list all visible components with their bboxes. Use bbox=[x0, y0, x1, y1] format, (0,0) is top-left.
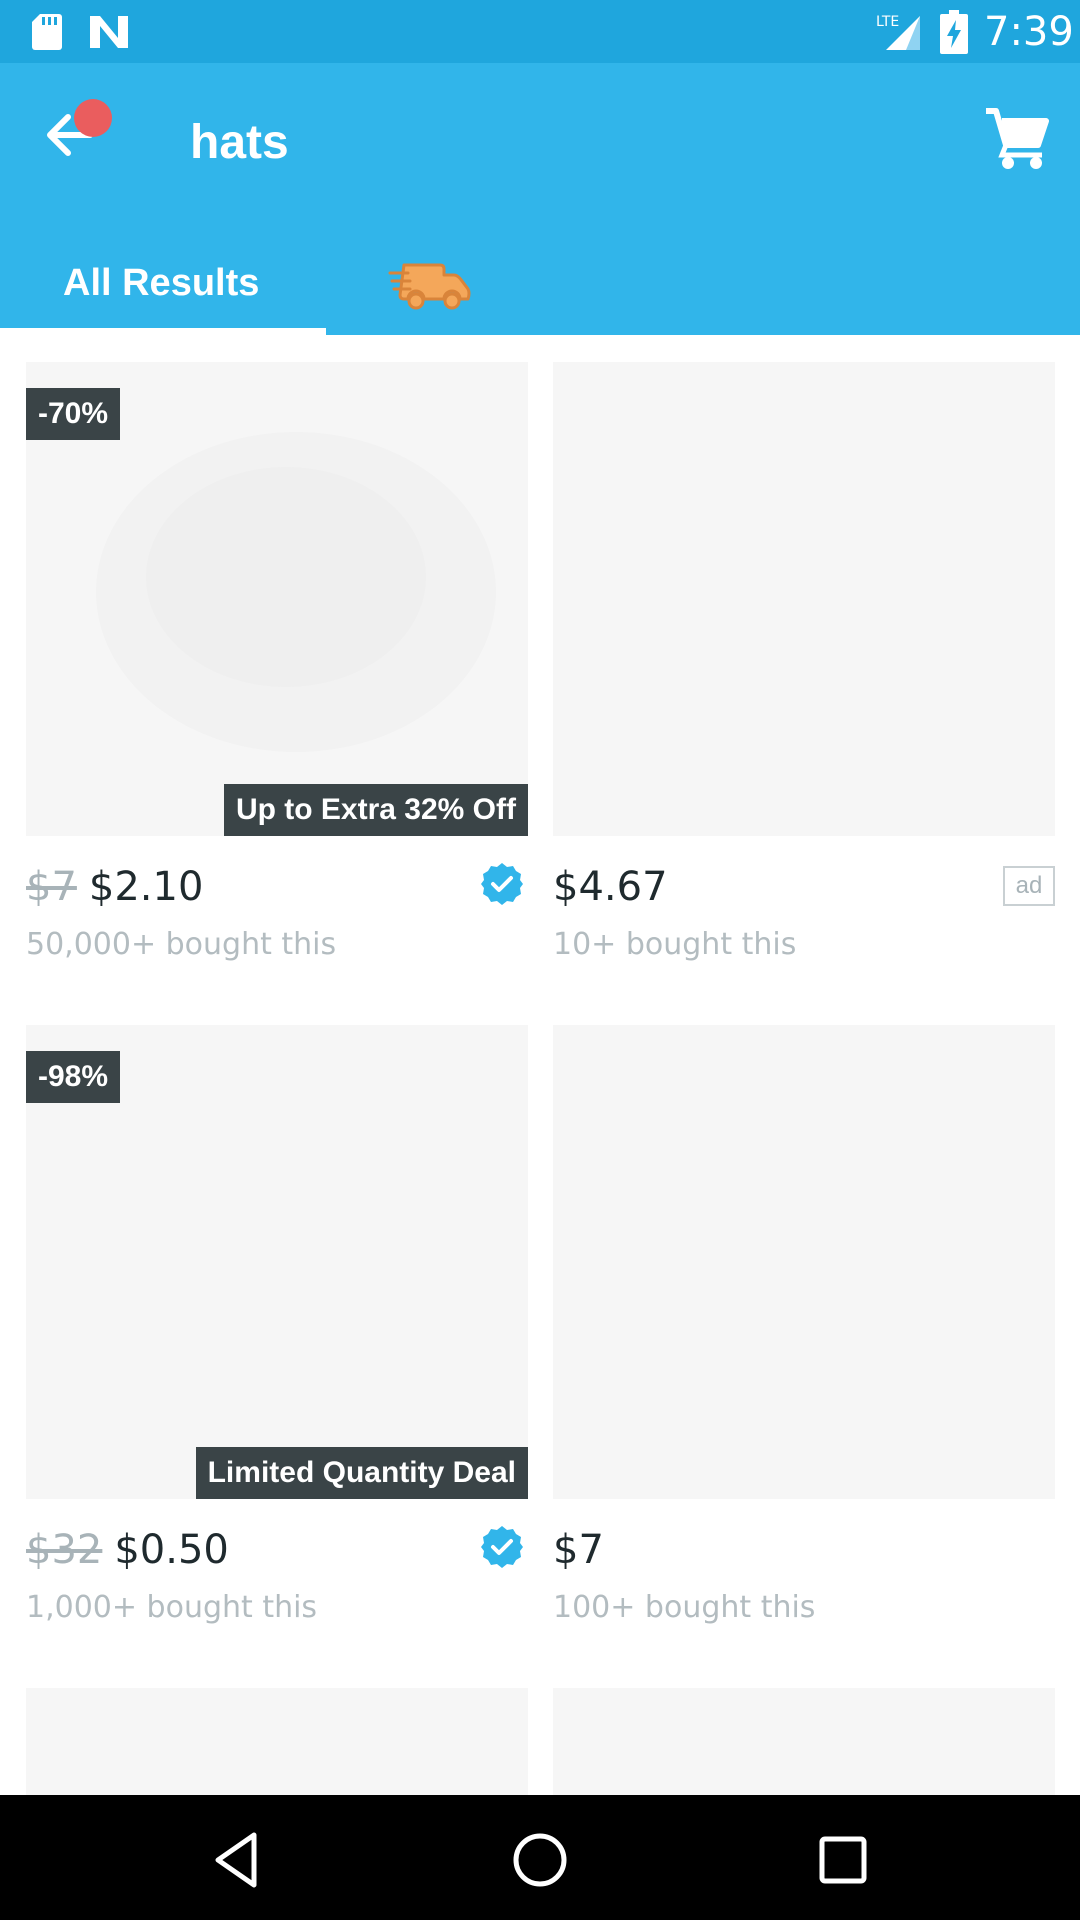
n-notification-icon bbox=[90, 16, 128, 48]
battery-charging-icon bbox=[940, 10, 968, 54]
bought-count: 50,000+ bought this bbox=[26, 927, 337, 962]
tab-fast-shipping[interactable] bbox=[326, 231, 536, 335]
current-price: $0.50 bbox=[114, 1527, 229, 1573]
bought-count: 10+ bought this bbox=[553, 927, 797, 962]
bought-count: 100+ bought this bbox=[553, 1590, 816, 1625]
original-price: $7 bbox=[26, 864, 77, 910]
tab-selected-indicator bbox=[0, 328, 326, 335]
discount-badge: -98% bbox=[26, 1051, 121, 1103]
nav-home-button[interactable] bbox=[507, 1827, 573, 1893]
search-query-title[interactable]: hats bbox=[190, 113, 289, 173]
discount-badge: -70% bbox=[26, 388, 121, 440]
current-price: $2.10 bbox=[88, 864, 204, 910]
product-grid: -70% Up to Extra 32% Off $7 $2.10 50,000+… bbox=[0, 335, 1080, 1795]
price-row: $7 bbox=[553, 1525, 604, 1575]
product-image[interactable] bbox=[553, 362, 1055, 836]
product-card[interactable] bbox=[26, 1688, 528, 1795]
sd-card-icon bbox=[32, 14, 62, 50]
product-card[interactable]: -70% Up to Extra 32% Off $7 $2.10 50,000+… bbox=[26, 362, 528, 982]
nav-back-button[interactable] bbox=[204, 1827, 270, 1893]
home-circle-icon bbox=[513, 1833, 567, 1887]
verified-badge-icon bbox=[481, 1526, 523, 1568]
product-card[interactable]: $7 100+ bought this bbox=[553, 1025, 1055, 1645]
shopping-cart-icon bbox=[986, 108, 1049, 169]
tab-all-results-label: All Results bbox=[63, 262, 260, 304]
system-nav-bar bbox=[0, 1795, 1080, 1920]
promo-banner: Limited Quantity Deal bbox=[195, 1447, 528, 1499]
promo-banner: Up to Extra 32% Off bbox=[223, 784, 528, 836]
verified-badge-icon bbox=[481, 863, 523, 905]
price-row: $4.67 bbox=[553, 862, 668, 912]
network-type-label: LTE bbox=[876, 14, 899, 30]
price-row: $32 $0.50 bbox=[26, 1525, 229, 1575]
bought-count: 1,000+ bought this bbox=[26, 1590, 318, 1625]
back-triangle-icon bbox=[215, 1832, 257, 1888]
status-bar: LTE 7:39 bbox=[0, 0, 1080, 63]
product-image[interactable] bbox=[553, 1688, 1055, 1795]
product-card[interactable] bbox=[553, 1688, 1055, 1795]
original-price: $32 bbox=[26, 1527, 103, 1573]
notification-dot bbox=[74, 99, 112, 137]
current-price: $7 bbox=[553, 1527, 604, 1573]
recents-square-icon bbox=[819, 1836, 867, 1884]
product-card[interactable]: $4.67 ad 10+ bought this bbox=[553, 362, 1055, 982]
app-bar: hats All Results bbox=[0, 63, 1080, 335]
product-image[interactable] bbox=[553, 1025, 1055, 1499]
tab-all-results[interactable]: All Results bbox=[0, 231, 326, 335]
ad-badge: ad bbox=[1003, 866, 1055, 906]
clock: 7:39 bbox=[984, 9, 1074, 55]
current-price: $4.67 bbox=[553, 864, 668, 910]
nav-recents-button[interactable] bbox=[810, 1827, 876, 1893]
signal-icon: LTE bbox=[876, 14, 920, 50]
product-image[interactable] bbox=[26, 1688, 528, 1795]
back-button[interactable] bbox=[36, 99, 116, 179]
price-row: $7 $2.10 bbox=[26, 862, 203, 912]
product-card[interactable]: -98% Limited Quantity Deal $32 $0.50 1,00… bbox=[26, 1025, 528, 1645]
cart-button[interactable] bbox=[984, 105, 1050, 171]
fast-shipping-truck-icon bbox=[388, 263, 471, 310]
